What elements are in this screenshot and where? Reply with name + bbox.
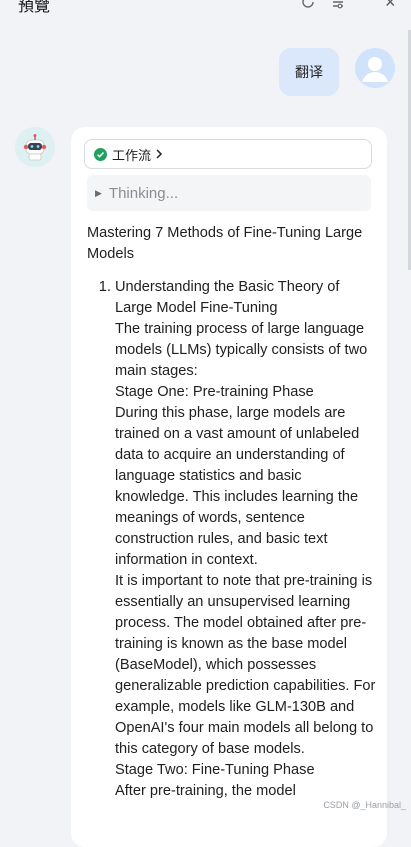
settings-icon[interactable] bbox=[330, 0, 346, 10]
expand-triangle-icon: ▶ bbox=[95, 187, 102, 198]
check-icon bbox=[94, 147, 107, 161]
user-message-bubble: 翻译 bbox=[279, 48, 339, 96]
close-icon[interactable]: × bbox=[385, 0, 396, 13]
panel-title: 預覽 bbox=[18, 0, 51, 15]
user-message-text: 翻译 bbox=[295, 64, 323, 80]
item-line: Understanding the Basic Theory of Large … bbox=[115, 279, 340, 316]
chevron-right-icon bbox=[156, 149, 163, 159]
assistant-response: Mastering 7 Methods of Fine-Tuning Large… bbox=[87, 223, 377, 802]
item-line: After pre-training, the model bbox=[115, 783, 296, 799]
thinking-toggle[interactable]: ▶ Thinking... bbox=[87, 175, 371, 211]
user-avatar-icon bbox=[355, 48, 395, 88]
workflow-label: 工作流 bbox=[112, 147, 152, 163]
watermark: CSDN @_Hannibal_ bbox=[323, 800, 406, 810]
response-list: Understanding the Basic Theory of Large … bbox=[87, 277, 377, 802]
item-line: Stage Two: Fine-Tuning Phase bbox=[115, 762, 315, 778]
response-heading: Mastering 7 Methods of Fine-Tuning Large… bbox=[87, 225, 363, 262]
item-line: The training process of large language m… bbox=[115, 321, 368, 379]
item-line: It is important to note that pre-trainin… bbox=[115, 573, 376, 757]
list-item: Understanding the Basic Theory of Large … bbox=[115, 277, 377, 802]
item-line: Stage One: Pre-training Phase bbox=[115, 384, 314, 400]
thinking-label: Thinking... bbox=[108, 184, 179, 202]
robot-avatar-icon bbox=[15, 127, 55, 167]
assistant-message-card: 工作流 ▶ Thinking... Mastering 7 Methods of… bbox=[71, 127, 387, 847]
workflow-toggle[interactable]: 工作流 bbox=[84, 139, 372, 169]
item-line: During this phase, large models are trai… bbox=[115, 405, 360, 568]
top-bar: 預覽 × bbox=[0, 0, 411, 15]
refresh-icon[interactable] bbox=[300, 0, 316, 10]
